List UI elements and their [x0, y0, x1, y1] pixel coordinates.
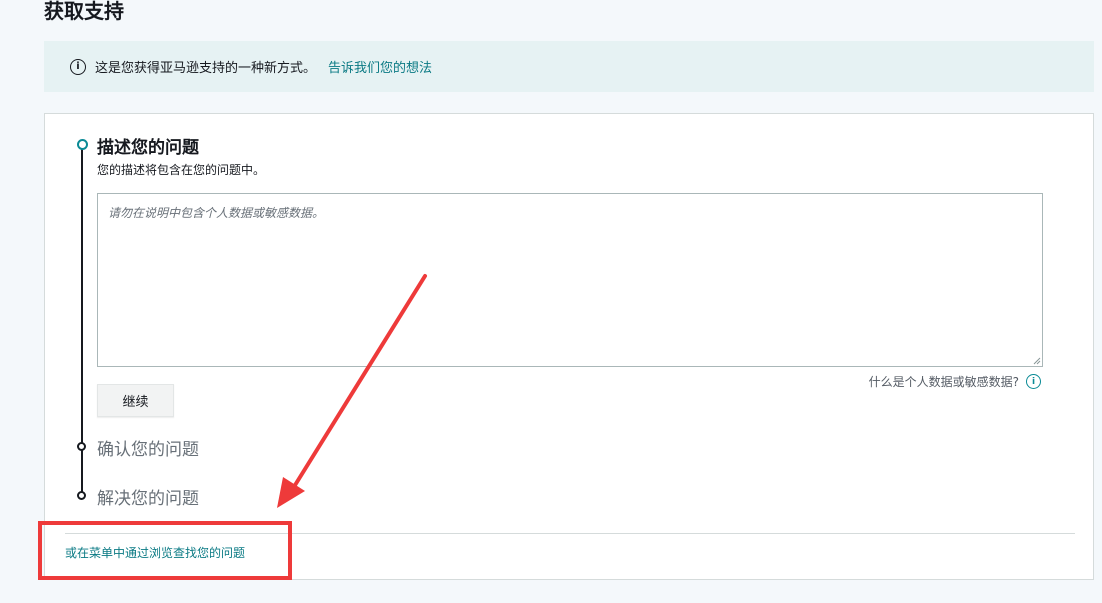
info-icon: i	[70, 58, 86, 75]
step-3-indicator	[77, 491, 86, 500]
page-title: 获取支持	[44, 0, 124, 23]
resize-handle-icon[interactable]	[1033, 357, 1041, 365]
annotation-highlight-box	[38, 521, 292, 580]
step-3-title: 解决您的问题	[97, 489, 199, 509]
issue-description-textarea[interactable]	[97, 193, 1043, 367]
continue-button[interactable]: 继续	[97, 384, 174, 417]
step-1-indicator	[77, 139, 88, 150]
step-1-title: 描述您的问题	[97, 138, 199, 158]
sensitive-data-help-label: 什么是个人数据或敏感数据?	[868, 375, 1019, 389]
info-icon[interactable]: i	[1026, 374, 1041, 389]
banner-text: 这是您获得亚马逊支持的一种新方式。	[95, 61, 317, 76]
info-banner: i 这是您获得亚马逊支持的一种新方式。 告诉我们您的想法	[44, 41, 1094, 92]
sensitive-data-help[interactable]: 什么是个人数据或敏感数据? i	[869, 373, 1041, 390]
step-2-indicator	[77, 442, 86, 451]
support-card: 描述您的问题 您的描述将包含在您的问题中。 什么是个人数据或敏感数据? i 继续…	[44, 113, 1094, 580]
step-1-description: 您的描述将包含在您的问题中。	[97, 163, 266, 177]
step-2-title: 确认您的问题	[97, 440, 199, 460]
feedback-link[interactable]: 告诉我们您的想法	[328, 57, 432, 76]
